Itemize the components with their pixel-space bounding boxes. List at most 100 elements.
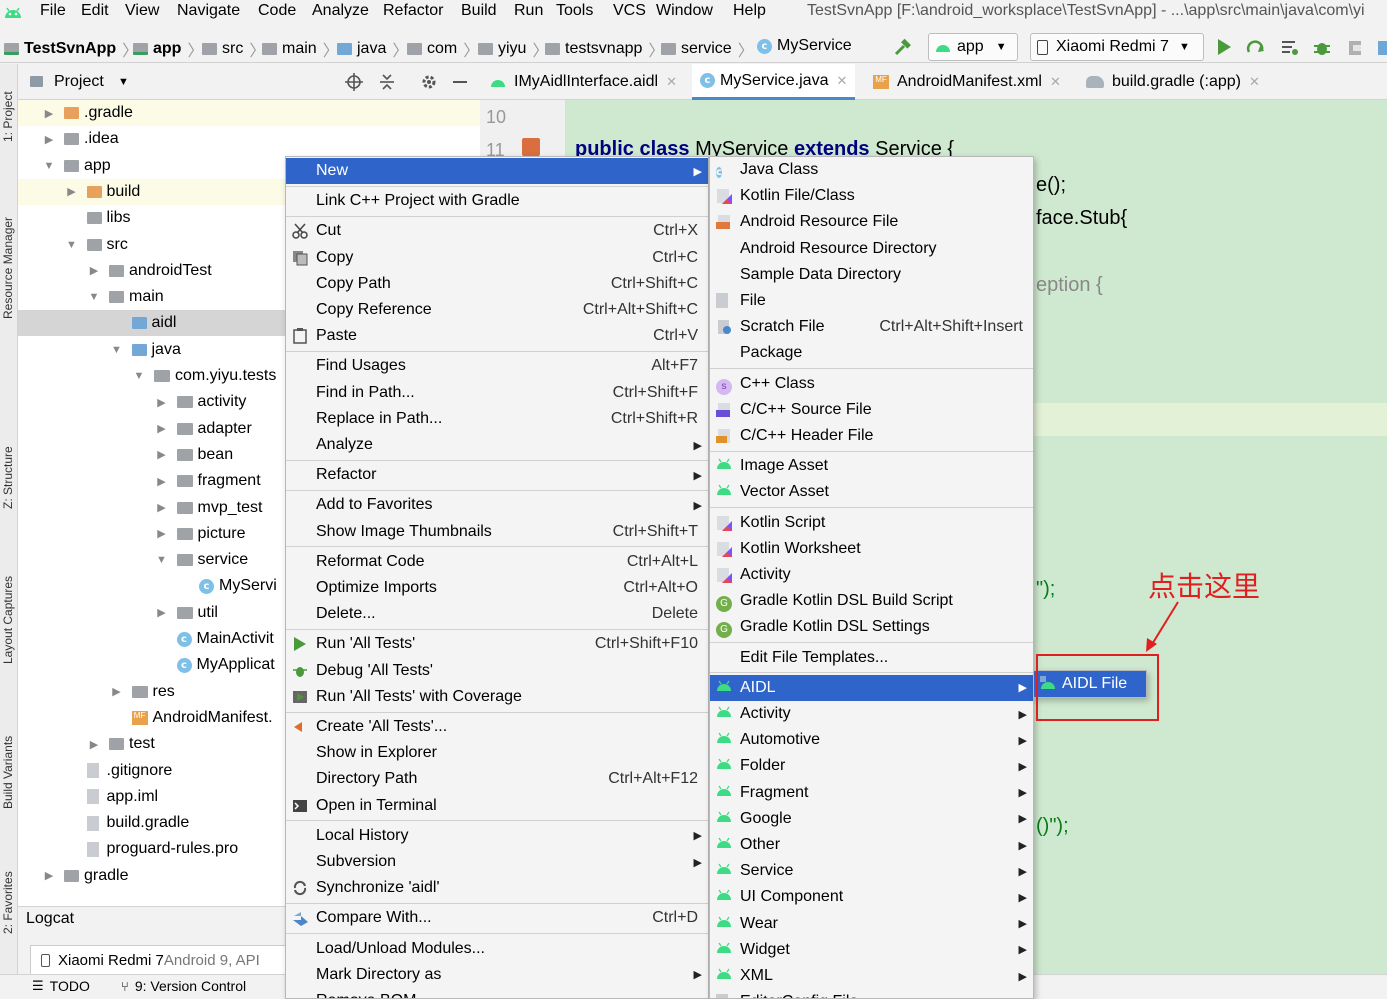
breadcrumb-app[interactable]: app 〉 bbox=[133, 37, 203, 61]
menu-run[interactable]: Run bbox=[514, 2, 543, 20]
breadcrumb-src[interactable]: src 〉 bbox=[202, 37, 265, 61]
new-item-other[interactable]: Other ▶ bbox=[710, 832, 1033, 858]
chevron-down-icon[interactable]: ▼ bbox=[110, 344, 124, 356]
tab-build-gradle[interactable]: build.gradle (:app) ✕ bbox=[1078, 64, 1268, 100]
new-item-activity[interactable]: Activity ▶ bbox=[710, 701, 1033, 727]
menu-item-copy-reference[interactable]: Copy Reference Ctrl+Alt+Shift+C bbox=[286, 297, 708, 323]
new-item-package[interactable]: Package bbox=[710, 340, 1033, 366]
chevron-right-icon[interactable]: ▶ bbox=[42, 869, 56, 882]
chevron-right-icon[interactable]: ▶ bbox=[155, 501, 169, 514]
new-item-google[interactable]: Google ▶ bbox=[710, 806, 1033, 832]
menu-item-subversion[interactable]: Subversion ▶ bbox=[286, 849, 708, 875]
chevron-down-icon[interactable]: ▼ bbox=[155, 554, 169, 566]
new-item-android-resource-directory[interactable]: Android Resource Directory bbox=[710, 236, 1033, 262]
new-item-scratch-file[interactable]: Scratch File Ctrl+Alt+Shift+Insert bbox=[710, 314, 1033, 340]
new-item-gradle-kotlin-dsl-build-script[interactable]: G Gradle Kotlin DSL Build Script bbox=[710, 588, 1033, 614]
new-item-c-class[interactable]: s C++ Class bbox=[710, 371, 1033, 397]
chevron-right-icon[interactable]: ▶ bbox=[110, 685, 124, 698]
tab-imyaidlinterface[interactable]: IMyAidlInterface.aidl ✕ bbox=[482, 64, 685, 100]
version-control-tab[interactable]: ⑂ 9: Version Control bbox=[121, 978, 246, 994]
menu-item-reformat-code[interactable]: Reformat Code Ctrl+Alt+L bbox=[286, 549, 708, 575]
menu-analyze[interactable]: Analyze bbox=[312, 2, 369, 20]
new-item-folder[interactable]: Folder ▶ bbox=[710, 753, 1033, 779]
menu-item-copy[interactable]: Copy Ctrl+C bbox=[286, 245, 708, 271]
menu-item-optimize-imports[interactable]: Optimize Imports Ctrl+Alt+O bbox=[286, 575, 708, 601]
menu-item-copy-path[interactable]: Copy Path Ctrl+Shift+C bbox=[286, 271, 708, 297]
new-item-widget[interactable]: Widget ▶ bbox=[710, 937, 1033, 963]
new-item-aidl[interactable]: AIDL ▶ bbox=[710, 674, 1033, 701]
menu-item-open-in-terminal[interactable]: Open in Terminal bbox=[286, 793, 708, 819]
resource-manager-tab[interactable]: Resource Manager bbox=[1, 217, 15, 319]
chevron-right-icon[interactable]: ▶ bbox=[87, 264, 101, 277]
new-item-java-class[interactable]: c Java Class bbox=[710, 157, 1033, 183]
menu-build[interactable]: Build bbox=[461, 2, 497, 20]
new-item-vector-asset[interactable]: Vector Asset bbox=[710, 479, 1033, 505]
run-icon[interactable] bbox=[1216, 38, 1232, 56]
breadcrumb-com[interactable]: com 〉 bbox=[407, 37, 479, 61]
close-icon[interactable]: ✕ bbox=[836, 73, 847, 89]
new-item-kotlin-worksheet[interactable]: Kotlin Worksheet bbox=[710, 536, 1033, 562]
close-icon[interactable]: ✕ bbox=[1249, 74, 1260, 90]
new-item-image-asset[interactable]: Image Asset bbox=[710, 453, 1033, 479]
close-icon[interactable]: ✕ bbox=[1050, 74, 1061, 90]
tree-item-idea[interactable]: ▶ .idea bbox=[18, 126, 480, 152]
menu-help[interactable]: Help bbox=[733, 2, 766, 20]
new-item-file[interactable]: File bbox=[710, 288, 1033, 314]
new-item-editorconfig-file[interactable]: EditorConfig File bbox=[710, 989, 1033, 998]
chevron-right-icon[interactable]: ▶ bbox=[65, 185, 79, 198]
menu-item-show-image-thumbnails[interactable]: Show Image Thumbnails Ctrl+Shift+T bbox=[286, 519, 708, 545]
chevron-down-icon[interactable]: ▼ bbox=[118, 76, 129, 88]
new-item-activity[interactable]: Activity bbox=[710, 562, 1033, 588]
menu-item-directory-path[interactable]: Directory Path Ctrl+Alt+F12 bbox=[286, 766, 708, 792]
chevron-down-icon[interactable]: ▼ bbox=[65, 239, 79, 251]
todo-tab[interactable]: ☰ TODO bbox=[32, 978, 90, 994]
menu-tools[interactable]: Tools bbox=[556, 2, 593, 20]
run-config-select[interactable]: app ▼ bbox=[928, 33, 1018, 61]
breadcrumb-main[interactable]: main 〉 bbox=[262, 37, 339, 61]
apply-code-changes-icon[interactable] bbox=[1280, 38, 1300, 58]
menu-item-find-in-path[interactable]: Find in Path... Ctrl+Shift+F bbox=[286, 380, 708, 406]
build-variants-tab[interactable]: Build Variants bbox=[1, 736, 15, 809]
chevron-right-icon[interactable]: ▶ bbox=[42, 107, 56, 120]
implementation-marker-icon[interactable] bbox=[522, 138, 540, 156]
new-item-kotlin-file-class[interactable]: Kotlin File/Class bbox=[710, 183, 1033, 209]
menu-view[interactable]: View bbox=[125, 2, 159, 20]
new-item-wear[interactable]: Wear ▶ bbox=[710, 911, 1033, 937]
new-item-gradle-kotlin-dsl-settings[interactable]: G Gradle Kotlin DSL Settings bbox=[710, 614, 1033, 640]
breadcrumb-java[interactable]: java 〉 bbox=[337, 37, 408, 61]
menu-item-local-history[interactable]: Local History ▶ bbox=[286, 823, 708, 849]
chevron-right-icon[interactable]: ▶ bbox=[155, 606, 169, 619]
chevron-right-icon[interactable]: ▶ bbox=[42, 133, 56, 146]
favorites-tab[interactable]: 2: Favorites bbox=[1, 871, 15, 934]
menu-item-replace-in-path[interactable]: Replace in Path... Ctrl+Shift+R bbox=[286, 406, 708, 432]
menu-item-cut[interactable]: Cut Ctrl+X bbox=[286, 218, 708, 244]
debug-icon[interactable] bbox=[1312, 38, 1332, 58]
breadcrumb-service[interactable]: service 〉 bbox=[661, 37, 754, 61]
close-icon[interactable]: ✕ bbox=[666, 74, 677, 90]
menu-item-compare-with[interactable]: Compare With... Ctrl+D bbox=[286, 905, 708, 931]
attach-debugger-icon[interactable] bbox=[1376, 38, 1387, 58]
menu-item-analyze[interactable]: Analyze ▶ bbox=[286, 432, 708, 458]
menu-code[interactable]: Code bbox=[258, 2, 296, 20]
menu-item-new[interactable]: New ▶ bbox=[286, 158, 708, 184]
new-item-c-c-source-file[interactable]: C/C++ Source File bbox=[710, 397, 1033, 423]
menu-window[interactable]: Window bbox=[656, 2, 713, 20]
menu-item-mark-directory-as[interactable]: Mark Directory as ▶ bbox=[286, 962, 708, 988]
locate-icon[interactable] bbox=[345, 73, 363, 91]
breadcrumb-testsvnapp[interactable]: TestSvnApp 〉 bbox=[4, 37, 138, 61]
structure-tab[interactable]: Z: Structure bbox=[1, 446, 15, 509]
tree-item-gradle[interactable]: ▶ .gradle bbox=[18, 100, 480, 126]
tab-myservice[interactable]: c MyService.java ✕ bbox=[692, 64, 856, 100]
profile-icon[interactable] bbox=[1345, 38, 1365, 58]
menu-refactor[interactable]: Refactor bbox=[383, 2, 443, 20]
menu-item-show-in-explorer[interactable]: Show in Explorer bbox=[286, 740, 708, 766]
menu-item-synchronize-aidl[interactable]: Synchronize 'aidl' bbox=[286, 875, 708, 901]
menu-vcs[interactable]: VCS bbox=[613, 2, 646, 20]
layout-captures-tab[interactable]: Layout Captures bbox=[1, 576, 15, 664]
project-view-label[interactable]: Project bbox=[54, 73, 104, 91]
menu-item-add-to-favorites[interactable]: Add to Favorites ▶ bbox=[286, 492, 708, 518]
menu-item-delete[interactable]: Delete... Delete bbox=[286, 601, 708, 627]
menu-item-refactor[interactable]: Refactor ▶ bbox=[286, 462, 708, 488]
new-item-sample-data-directory[interactable]: Sample Data Directory bbox=[710, 262, 1033, 288]
new-item-xml[interactable]: XML ▶ bbox=[710, 963, 1033, 989]
